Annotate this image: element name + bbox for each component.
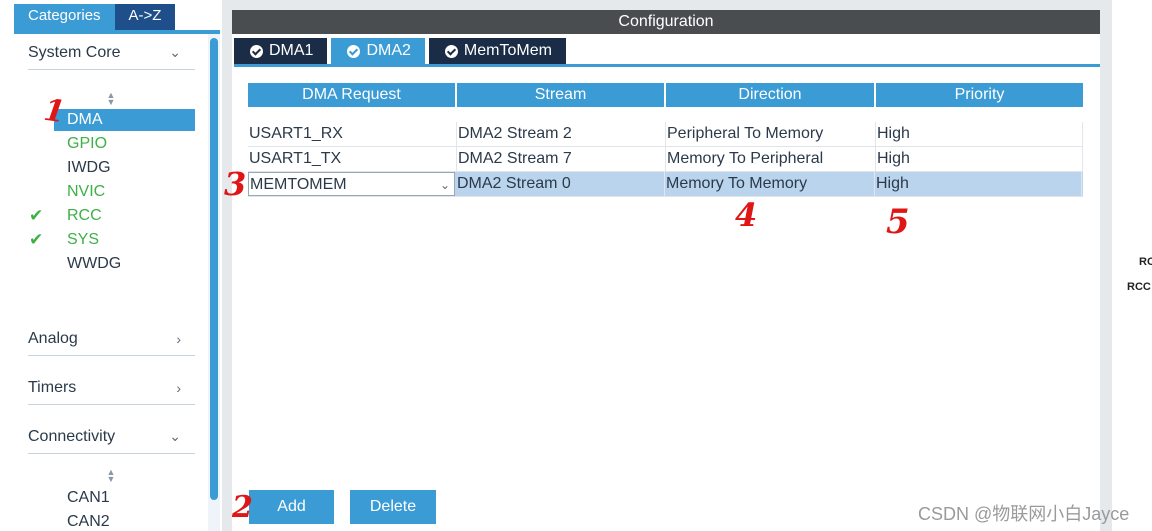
column-header-direction[interactable]: Direction [666,83,874,107]
check-circle-icon [347,44,361,58]
category-view-tabs: Categories A->Z [14,4,176,30]
sidebar-item-label: RCC [67,207,102,224]
table-row[interactable]: USART1_TX DMA2 Stream 7 Memory To Periph… [248,147,1083,172]
delete-button[interactable]: Delete [350,490,436,524]
categories-scrollbar-thumb[interactable] [210,38,218,500]
sidebar-item-label: SYS [67,231,100,248]
sidebar-item-label: CAN1 [67,489,110,506]
tab-label: MemToMem [463,42,552,59]
dropdown-value: MEMTOMEM [250,176,347,193]
cell-direction[interactable]: Memory To Memory [665,172,875,196]
column-header-priority[interactable]: Priority [876,83,1083,107]
right-panel-label: RC [1139,256,1152,268]
table-row-selected[interactable]: MEMTOMEM ⌄ DMA2 Stream 0 Memory To Memor… [248,172,1083,197]
group-system-core[interactable]: System Core ⌄ [28,34,195,70]
group-analog[interactable]: Analog › [28,320,195,356]
sidebar-item-iwdg[interactable]: IWDG [54,157,195,179]
checkmark-icon: ✔ [29,206,44,225]
sidebar-item-wwdg[interactable]: WWDG [54,253,195,275]
sidebar-item-sys[interactable]: ✔ SYS [29,229,195,251]
annotation-5: 5 [886,202,910,242]
cell-stream: DMA2 Stream 2 [457,122,666,146]
sidebar-item-can2[interactable]: CAN2 [54,511,195,531]
sidebar-item-label: CAN2 [67,513,110,530]
check-circle-icon [250,44,263,58]
tab-label: DMA2 [366,42,411,59]
group-timers-label: Timers [28,379,77,396]
sidebar-item-can1[interactable]: CAN1 [54,487,195,509]
tab-label: DMA1 [269,42,314,59]
dma-table: USART1_RX DMA2 Stream 2 Peripheral To Me… [248,122,1083,197]
sort-arrows-icon[interactable]: ▲ ▼ [104,91,118,107]
cell-priority: High [876,147,1083,171]
column-header-stream[interactable]: Stream [457,83,664,107]
dma-table-header: DMA Request Stream Direction Priority [248,83,1083,107]
sidebar-item-rcc[interactable]: ✔ RCC [29,205,195,227]
cell-request: USART1_RX [248,122,457,146]
add-button[interactable]: Add [249,490,334,524]
dma-request-dropdown[interactable]: MEMTOMEM ⌄ [248,172,455,196]
column-header-dma-request[interactable]: DMA Request [248,83,455,107]
cell-priority[interactable]: High [875,172,1082,196]
group-analog-label: Analog [28,330,78,347]
tab-dma2[interactable]: DMA2 [331,38,425,64]
group-timers[interactable]: Timers › [28,369,195,405]
configuration-panel: Configuration DMA1 DMA2 MemToMem DMA Req… [232,10,1100,531]
cell-stream: DMA2 Stream 0 [456,172,665,196]
tab-categories[interactable]: Categories [14,4,115,30]
sidebar-item-label: GPIO [67,135,108,152]
cell-request: USART1_TX [248,147,457,171]
chevron-down-icon[interactable]: ⌄ [440,173,450,195]
configuration-title: Configuration [232,10,1100,34]
chevron-right-icon[interactable]: › [176,331,181,347]
checkmark-icon: ✔ [29,230,44,249]
annotation-4: 4 [735,196,758,234]
watermark: CSDN @物联网小白Jayce [918,504,1130,524]
sidebar-item-gpio[interactable]: GPIO [54,133,195,155]
chevron-down-icon[interactable]: ⌄ [169,44,181,61]
table-row[interactable]: USART1_RX DMA2 Stream 2 Peripheral To Me… [248,122,1083,147]
dma-controller-tabs: DMA1 DMA2 MemToMem [234,38,566,64]
stm32cubemx-window: Categories A->Z System Core ⌄ ▲ ▼ DMA GPI… [0,0,1152,531]
tab-a-to-z[interactable]: A->Z [114,4,176,30]
sort-arrows-icon[interactable]: ▲ ▼ [104,468,118,484]
annotation-2: 2 [232,490,253,525]
group-connectivity[interactable]: Connectivity ⌄ [28,418,195,454]
check-circle-icon [444,44,458,58]
tab-dma1[interactable]: DMA1 [234,38,328,64]
sidebar-item-dma[interactable]: DMA [54,109,195,131]
sidebar-item-nvic[interactable]: NVIC [54,181,195,203]
sidebar-item-label: WWDG [67,255,122,272]
tab-memtomem[interactable]: MemToMem [428,38,566,64]
chevron-right-icon[interactable]: › [176,380,181,396]
chevron-down-icon[interactable]: ⌄ [169,428,181,445]
group-system-core-label: System Core [28,44,121,61]
cell-stream: DMA2 Stream 7 [457,147,666,171]
annotation-3: 3 [224,165,247,203]
sidebar-item-label: DMA [67,111,103,128]
cell-priority: High [876,122,1083,146]
right-panel-label: RCC [1127,281,1151,293]
categories-scrollbar[interactable] [208,34,220,531]
sidebar-item-label: NVIC [67,183,106,200]
sidebar-item-label: IWDG [67,159,111,176]
group-connectivity-label: Connectivity [28,428,116,445]
cell-direction: Memory To Peripheral [666,147,876,171]
cell-direction: Peripheral To Memory [666,122,876,146]
dma-tab-underline [234,64,1100,67]
